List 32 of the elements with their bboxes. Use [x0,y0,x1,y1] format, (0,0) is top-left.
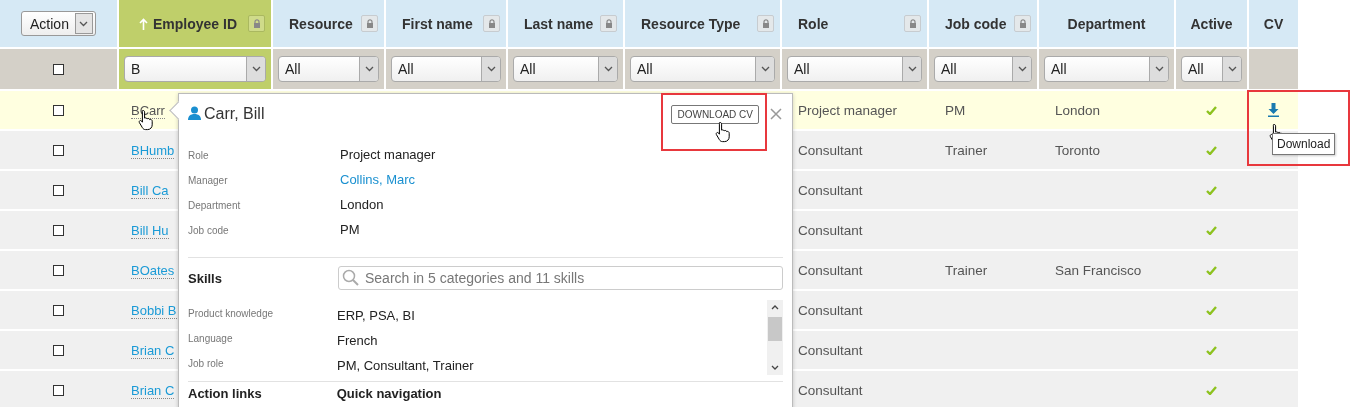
skill-category: Job role [188,358,225,371]
section-heading: Action links [188,386,262,401]
department-cell: London [1055,102,1101,118]
field-value: London [340,197,385,212]
skill-category: Product knowledge [188,308,275,321]
role-cell: Consultant [798,342,863,358]
role-cell: Consultant [798,182,863,198]
skill-category: Language [188,333,234,346]
field-label: Job code [188,225,230,236]
popup-title: Carr, Bill [204,105,265,123]
skill-values: PM, Consultant, Trainer [337,358,475,373]
field-value: PM [340,222,361,237]
department-cell: San Francisco [1055,262,1142,278]
skill-values: French [337,333,379,348]
field-label: Manager [188,175,229,186]
job-code-cell: Trainer [945,142,988,158]
role-cell: Consultant [798,382,863,398]
section-heading: Quick navigation [336,386,442,401]
job-code-cell: Trainer [945,262,988,278]
field-label: Role [188,150,210,161]
role-cell: Project manager [798,102,898,118]
role-cell: Consultant [798,302,863,318]
tooltip: Download [1272,133,1336,155]
role-cell: Consultant [798,142,863,158]
role-cell: Consultant [798,262,863,278]
skill-values: ERP, PSA, BI [337,308,416,323]
skills-heading: Skills [188,270,223,286]
role-cell: Consultant [798,222,863,238]
field-label: Department [188,200,242,211]
department-cell: Toronto [1055,142,1101,158]
job-code-cell: PM [945,102,966,118]
field-value: Project manager [340,147,437,162]
